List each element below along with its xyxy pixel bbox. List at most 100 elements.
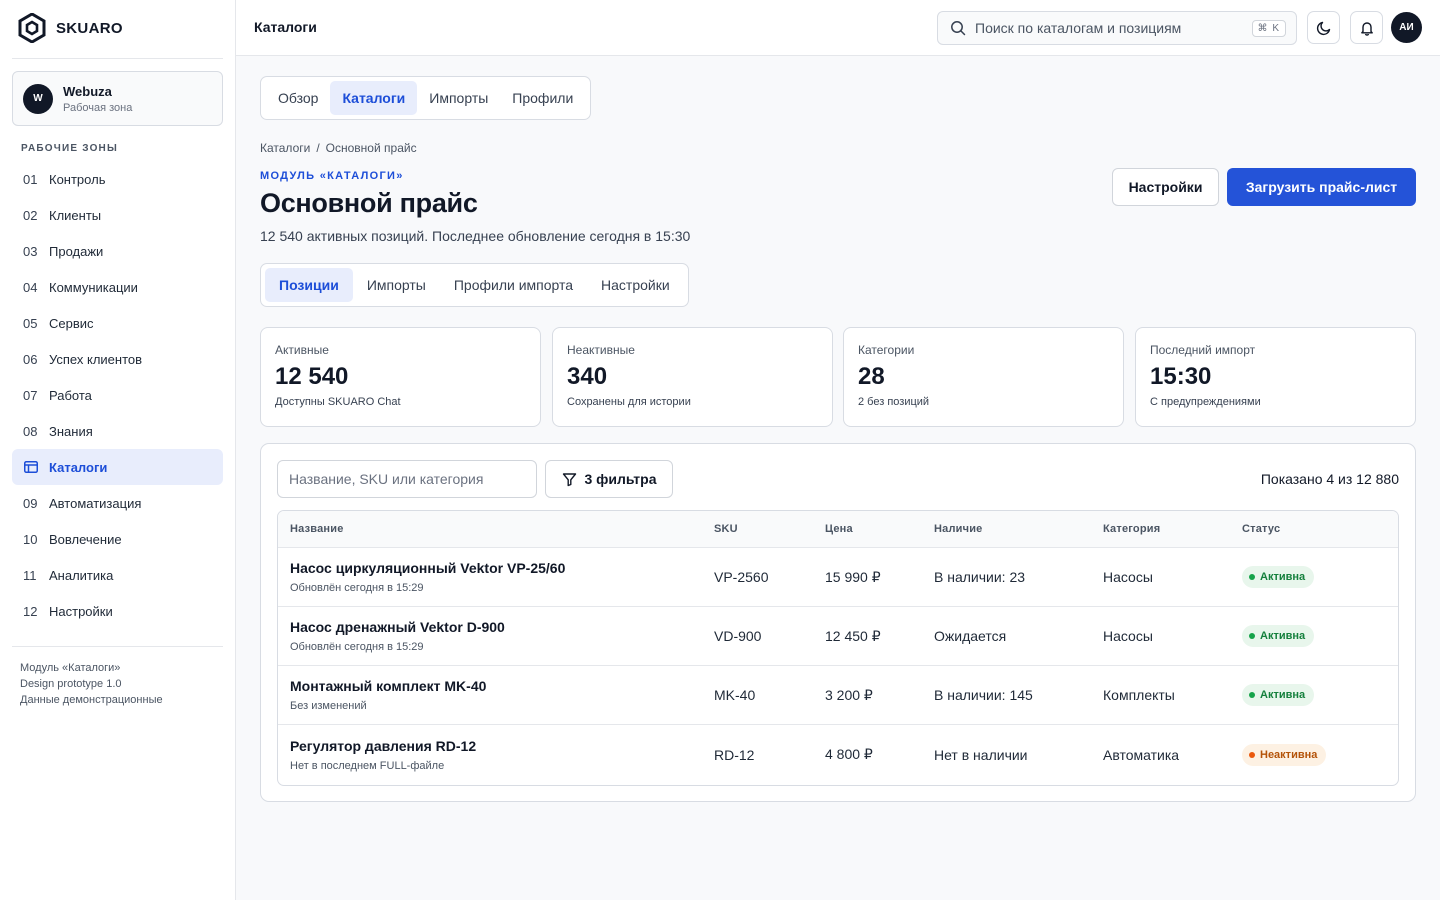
- table-row[interactable]: Регулятор давления RD-12 Нет в последнем …: [278, 725, 1398, 784]
- notifications-button[interactable]: [1350, 11, 1383, 44]
- item-name: Регулятор давления RD-12: [290, 737, 477, 754]
- bell-icon: [1360, 21, 1373, 36]
- tab-positions[interactable]: Позиции: [265, 268, 353, 302]
- upload-pricelist-button[interactable]: Загрузить прайс-лист: [1227, 168, 1416, 206]
- status-badge: Активна: [1242, 566, 1315, 588]
- column-header-status[interactable]: Статус: [1242, 523, 1398, 535]
- column-header-price[interactable]: Цена: [825, 523, 934, 535]
- nav-item-label: Вовлечение: [49, 531, 122, 547]
- sidebar-item-clients[interactable]: 02 Клиенты: [12, 197, 223, 233]
- global-search-input[interactable]: Поиск по каталогам и позициям ⌘ K: [937, 11, 1297, 45]
- sidebar-item-settings[interactable]: 12 Настройки: [12, 593, 223, 629]
- table-row[interactable]: Насос дренажный Vektor D-900 Обновлён сег…: [278, 607, 1398, 666]
- stat-card-categories: Категории 28 2 без позиций: [843, 327, 1124, 427]
- nav-item-number: 03: [23, 243, 38, 259]
- workspace-switcher[interactable]: W Webuza Рабочая зона: [12, 71, 223, 126]
- sidebar-item-knowledge[interactable]: 08 Знания: [12, 413, 223, 449]
- sidebar-item-communications[interactable]: 04 Коммуникации: [12, 269, 223, 305]
- sidebar-footer: Модуль «Каталоги» Design prototype 1.0 Д…: [20, 660, 163, 708]
- search-shortcut: ⌘ K: [1251, 19, 1286, 37]
- main-tabs: Обзор Каталоги Импорты Профили: [260, 76, 592, 120]
- item-update-note: Обновлён сегодня в 15:29: [290, 641, 424, 653]
- item-availability: Ожидается: [934, 628, 1007, 644]
- table-row[interactable]: Монтажный комплект MK-40 Без изменений MK…: [278, 666, 1398, 725]
- divider: [12, 646, 223, 647]
- item-availability: В наличии: 23: [934, 569, 1026, 585]
- table-header: Название SKU Цена Наличие Категория Стат…: [278, 511, 1398, 548]
- status-badge: Неактивна: [1242, 743, 1327, 766]
- item-update-note: Без изменений: [290, 700, 367, 712]
- sidebar-item-engagement[interactable]: 10 Вовлечение: [12, 521, 223, 557]
- status-dot-icon: [1249, 574, 1255, 580]
- sidebar: SKUARO W Webuza Рабочая зона РАБОЧИЕ ЗОН…: [0, 0, 236, 900]
- breadcrumb-current: Основной прайс: [325, 141, 417, 155]
- sidebar-item-catalogs[interactable]: Каталоги: [12, 449, 223, 485]
- tab-catalogs[interactable]: Каталоги: [330, 81, 418, 115]
- divider: [12, 58, 223, 59]
- footer-version: Design prototype 1.0: [20, 678, 122, 690]
- tab-sub-settings[interactable]: Настройки: [587, 268, 684, 302]
- tab-overview[interactable]: Обзор: [266, 81, 330, 115]
- tab-import-profiles[interactable]: Профили импорта: [440, 268, 587, 302]
- nav-item-number: 10: [23, 531, 38, 547]
- status-label: Активна: [1260, 630, 1306, 642]
- nav-item-label: Сервис: [49, 315, 94, 331]
- sidebar-item-work[interactable]: 07 Работа: [12, 377, 223, 413]
- nav-section-label: РАБОЧИЕ ЗОНЫ: [21, 143, 118, 154]
- breadcrumb-separator: /: [316, 141, 320, 155]
- item-update-note: Обновлён сегодня в 15:29: [290, 582, 424, 594]
- stat-value: 28: [858, 363, 885, 390]
- item-sku: VD-900: [714, 628, 762, 644]
- brand[interactable]: SKUARO: [0, 0, 235, 56]
- nav-item-label: Каталоги: [49, 459, 108, 475]
- item-price: 12 450 ₽: [825, 627, 881, 644]
- nav-item-label: Успех клиентов: [49, 351, 143, 367]
- positions-filter-input[interactable]: Название, SKU или категория: [277, 460, 537, 498]
- nav-item-label: Коммуникации: [49, 279, 138, 295]
- user-avatar[interactable]: АИ: [1391, 12, 1422, 43]
- status-badge: Активна: [1242, 684, 1315, 706]
- footer-module: Модуль «Каталоги»: [20, 662, 121, 674]
- column-header-sku[interactable]: SKU: [714, 523, 825, 535]
- tab-sub-imports[interactable]: Импорты: [353, 268, 440, 302]
- moon-icon: [1316, 21, 1330, 35]
- status-badge: Активна: [1242, 625, 1315, 647]
- stat-card-last-import: Последний импорт 15:30 С предупреждениям…: [1135, 327, 1416, 427]
- stat-note: С предупреждениями: [1150, 396, 1261, 408]
- item-sku: MK-40: [714, 687, 756, 703]
- item-name: Насос циркуляционный Vektor VP-25/60: [290, 560, 566, 576]
- sidebar-item-service[interactable]: 05 Сервис: [12, 305, 223, 341]
- item-category: Насосы: [1103, 569, 1153, 585]
- search-placeholder: Поиск по каталогам и позициям: [975, 20, 1182, 36]
- stat-card-inactive: Неактивные 340 Сохранены для истории: [552, 327, 833, 427]
- sidebar-item-control[interactable]: 01 Контроль: [12, 161, 223, 197]
- table-row[interactable]: Насос циркуляционный Vektor VP-25/60 Обно…: [278, 548, 1398, 607]
- nav-item-number: 08: [23, 423, 38, 439]
- nav-item-label: Продажи: [49, 243, 104, 259]
- shown-count: Показано 4 из 12 880: [1260, 471, 1399, 487]
- topbar-title: Каталоги: [254, 19, 317, 35]
- column-header-availability[interactable]: Наличие: [934, 523, 1103, 535]
- sidebar-item-analytics[interactable]: 11 Аналитика: [12, 557, 223, 593]
- status-label: Неактивна: [1260, 748, 1318, 761]
- positions-panel: Название, SKU или категория 3 фильтра По…: [260, 443, 1416, 802]
- sidebar-item-automation[interactable]: 09 Автоматизация: [12, 485, 223, 521]
- nav-item-label: Автоматизация: [49, 495, 142, 511]
- breadcrumb-catalogs-link[interactable]: Каталоги: [260, 141, 310, 155]
- tab-profiles[interactable]: Профили: [500, 81, 585, 115]
- sidebar-item-sales[interactable]: 03 Продажи: [12, 233, 223, 269]
- filters-button[interactable]: 3 фильтра: [545, 460, 673, 498]
- column-header-name[interactable]: Название: [278, 523, 714, 535]
- footer-data-note: Данные демонстрационные: [20, 694, 163, 706]
- tab-imports[interactable]: Импорты: [417, 81, 500, 115]
- settings-button[interactable]: Настройки: [1112, 168, 1219, 206]
- stat-note: Сохранены для истории: [567, 396, 691, 408]
- positions-table: Название SKU Цена Наличие Категория Стат…: [277, 510, 1399, 786]
- sidebar-item-customer-success[interactable]: 06 Успех клиентов: [12, 341, 223, 377]
- nav-item-label: Клиенты: [49, 207, 102, 223]
- column-header-category[interactable]: Категория: [1103, 523, 1242, 535]
- theme-toggle-button[interactable]: [1307, 11, 1340, 44]
- item-sku: RD-12: [714, 746, 755, 763]
- nav-item-number: 11: [23, 567, 37, 583]
- page-title: Основной прайс: [260, 188, 478, 218]
